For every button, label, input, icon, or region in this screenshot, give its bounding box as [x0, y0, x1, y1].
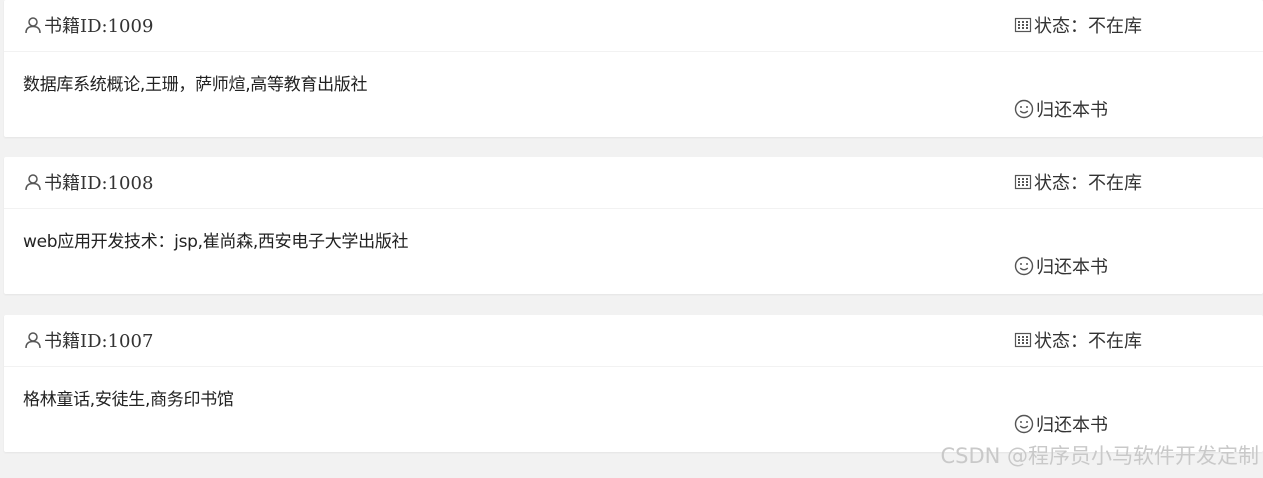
book-card: 书籍ID:1008 状态： 不在库 web应用开发技术：jsp,崔尚森,西安电子… — [4, 157, 1263, 294]
card-header: 书籍ID:1009 状态： 不在库 — [4, 0, 1263, 52]
return-book-label: 归还本书 — [1036, 415, 1108, 436]
grid-icon — [1014, 331, 1032, 349]
book-id-label: 书籍ID:1008 — [44, 173, 154, 194]
card-header: 书籍ID:1008 状态： 不在库 — [4, 157, 1263, 209]
user-icon — [24, 331, 42, 349]
status-label: 状态： — [1034, 331, 1088, 352]
book-status: 状态： 不在库 — [1014, 327, 1142, 353]
return-book-button[interactable]: 归还本书 — [1014, 96, 1108, 122]
book-id: 书籍ID:1007 — [24, 327, 153, 353]
book-card: 书籍ID:1009 状态： 不在库 数据库系统概论,王珊，萨师煊,高等教育出版社… — [4, 0, 1263, 137]
watermark: CSDN @程序员小马软件开发定制 — [940, 444, 1259, 468]
book-info: 数据库系统概论,王珊，萨师煊,高等教育出版社 — [23, 75, 368, 95]
return-book-label: 归还本书 — [1036, 100, 1108, 121]
status-value: 不在库 — [1088, 173, 1142, 194]
card-header: 书籍ID:1007 状态： 不在库 — [4, 315, 1263, 367]
book-card: 书籍ID:1007 状态： 不在库 格林童话,安徒生,商务印书馆 归还本书 — [4, 315, 1263, 452]
smiley-icon — [1014, 99, 1034, 119]
book-id-label: 书籍ID:1007 — [44, 331, 154, 352]
book-info: 格林童话,安徒生,商务印书馆 — [23, 390, 234, 410]
status-label: 状态： — [1034, 173, 1088, 194]
book-id-label: 书籍ID:1009 — [44, 16, 154, 37]
status-value: 不在库 — [1088, 331, 1142, 352]
smiley-icon — [1014, 256, 1034, 276]
return-book-button[interactable]: 归还本书 — [1014, 253, 1108, 279]
return-book-label: 归还本书 — [1036, 257, 1108, 278]
smiley-icon — [1014, 414, 1034, 434]
book-info: web应用开发技术：jsp,崔尚森,西安电子大学出版社 — [23, 232, 409, 252]
book-id: 书籍ID:1008 — [24, 169, 153, 195]
book-status: 状态： 不在库 — [1014, 169, 1142, 195]
status-label: 状态： — [1034, 16, 1088, 37]
book-id: 书籍ID:1009 — [24, 12, 153, 38]
status-value: 不在库 — [1088, 16, 1142, 37]
grid-icon — [1014, 16, 1032, 34]
book-status: 状态： 不在库 — [1014, 12, 1142, 38]
user-icon — [24, 173, 42, 191]
user-icon — [24, 16, 42, 34]
grid-icon — [1014, 173, 1032, 191]
return-book-button[interactable]: 归还本书 — [1014, 411, 1108, 437]
